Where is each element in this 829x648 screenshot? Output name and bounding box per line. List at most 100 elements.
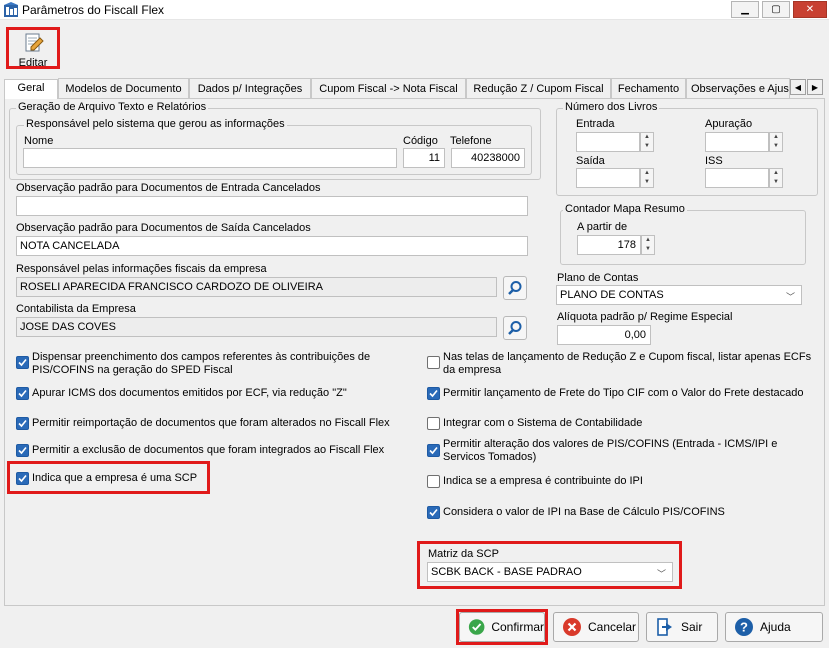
check-icon (18, 389, 27, 398)
responsavel-sistema-title: Responsável pelo sistema que gerou as in… (24, 118, 287, 130)
tab-observacoes-ajustes[interactable]: Observações e Ajus (686, 78, 790, 98)
dispensar-pis-cofins-label: Dispensar preenchimento dos campos refer… (32, 351, 371, 376)
edit-document-icon (25, 33, 44, 52)
entrada-input[interactable] (576, 132, 640, 152)
geracao-group-title: Geração de Arquivo Texto e Relatórios (16, 101, 209, 113)
integrar-contabilidade-label: Integrar com o Sistema de Contabilidade (443, 417, 643, 429)
resp-fiscal-label: Responsável pelas informações fiscais da… (16, 263, 267, 275)
matriz-scp-value: SCBK BACK - BASE PADRAO (431, 566, 582, 578)
matriz-scp-select[interactable]: SCBK BACK - BASE PADRAO ﹀ (427, 562, 673, 582)
chevron-left-icon: ◀ (794, 82, 802, 92)
editar-button[interactable]: Editar (6, 27, 60, 69)
plano-value: PLANO DE CONTAS (560, 289, 664, 301)
resp-fiscal-input[interactable]: ROSELI APARECIDA FRANCISCO CARDOZO DE OL… (16, 277, 497, 297)
check-icon (18, 358, 27, 367)
toolbar (0, 20, 829, 76)
check-icon (18, 419, 27, 428)
ipi-base-pis-cofins-checkbox[interactable] (427, 506, 440, 519)
contribuinte-ipi-checkbox[interactable] (427, 475, 440, 488)
aliquota-input[interactable]: 0,00 (557, 325, 651, 345)
nome-label: Nome (24, 135, 54, 147)
chevron-right-icon: ▶ (811, 82, 819, 92)
apartir-spinner[interactable]: ▲ ▼ (641, 235, 655, 255)
window-title: Parâmetros do Fiscall Flex (22, 3, 165, 17)
editar-label: Editar (18, 57, 48, 69)
confirmar-button[interactable]: Confirmar (459, 612, 545, 642)
chevron-down-icon: ﹀ (656, 569, 666, 579)
permitir-exclusao-checkbox[interactable] (16, 444, 29, 457)
matriz-scp-label: Matriz da SCP (428, 548, 499, 560)
apartir-input[interactable]: 178 (577, 235, 641, 255)
alterar-pis-cofins-checkbox[interactable] (427, 444, 440, 457)
tab-modelos-documento[interactable]: Modelos de Documento (58, 78, 189, 98)
ajuda-label: Ajuda (760, 620, 791, 634)
plano-label: Plano de Contas (557, 272, 639, 284)
maximize-button[interactable]: ▢ (762, 1, 790, 18)
contabilista-input[interactable]: JOSE DAS COVES (16, 317, 497, 337)
nome-input[interactable] (23, 148, 397, 168)
obs-entrada-input[interactable] (16, 196, 528, 216)
obs-entrada-label: Observação padrão para Documentos de Ent… (16, 182, 321, 194)
contribuinte-ipi-label: Indica se a empresa é contribuinte do IP… (443, 475, 643, 487)
obs-saida-label: Observação padrão para Documentos de Saí… (16, 222, 311, 234)
confirmar-label: Confirmar (491, 620, 544, 634)
help-icon: ? (735, 618, 753, 636)
contabilista-label: Contabilista da Empresa (16, 303, 136, 315)
svg-text:?: ? (740, 620, 748, 635)
tab-dados-integracoes[interactable]: Dados p/ Integrações (189, 78, 311, 98)
saida-input[interactable] (576, 168, 640, 188)
check-icon (18, 474, 27, 483)
empresa-scp-checkbox[interactable] (16, 472, 29, 485)
minimize-button[interactable]: ▁ (731, 1, 759, 18)
aliquota-label: Alíquota padrão p/ Regime Especial (557, 311, 733, 323)
check-icon (429, 508, 438, 517)
tab-scroll-right-button[interactable]: ▶ (807, 79, 823, 95)
iss-spinner[interactable]: ▲ ▼ (769, 168, 783, 188)
resp-fiscal-search-button[interactable] (503, 276, 527, 300)
apurar-icms-label: Apurar ICMS dos documentos emitidos por … (32, 387, 347, 399)
apuracao-spinner[interactable]: ▲ ▼ (769, 132, 783, 152)
check-icon (429, 389, 438, 398)
telefone-input[interactable]: 40238000 (451, 148, 525, 168)
tab-reducao-z-cupom-fiscal[interactable]: Redução Z / Cupom Fiscal (466, 78, 611, 98)
check-icon (18, 446, 27, 455)
entrada-spinner[interactable]: ▲ ▼ (640, 132, 654, 152)
codigo-input[interactable]: 11 (403, 148, 445, 168)
permitir-reimportacao-label: Permitir reimportação de documentos que … (32, 417, 390, 429)
iss-input[interactable] (705, 168, 769, 188)
apuracao-input[interactable] (705, 132, 769, 152)
chevron-down-icon: ﹀ (785, 292, 795, 302)
plano-select[interactable]: PLANO DE CONTAS ﹀ (556, 285, 802, 305)
contabilista-search-button[interactable] (503, 316, 527, 340)
livros-group-title: Número dos Livros (563, 101, 660, 113)
dispensar-pis-cofins-checkbox[interactable] (16, 356, 29, 369)
permitir-exclusao-label: Permitir a exclusão de documentos que fo… (32, 444, 385, 456)
tab-cupom-fiscal-nota-fiscal[interactable]: Cupom Fiscal -> Nota Fiscal (311, 78, 466, 98)
empresa-scp-label: Indica que a empresa é uma SCP (32, 472, 198, 484)
saida-spinner[interactable]: ▲ ▼ (640, 168, 654, 188)
frete-cif-label: Permitir lançamento de Frete do Tipo CIF… (443, 387, 804, 399)
apurar-icms-checkbox[interactable] (16, 387, 29, 400)
tab-scroll-left-button[interactable]: ◀ (790, 79, 806, 95)
codigo-label: Código (403, 135, 438, 147)
close-button[interactable]: ✕ (793, 1, 827, 18)
tab-fechamento[interactable]: Fechamento (611, 78, 686, 98)
frete-cif-checkbox[interactable] (427, 387, 440, 400)
check-icon (429, 446, 438, 455)
exit-door-icon (657, 618, 672, 636)
cancelar-button[interactable]: Cancelar (553, 612, 639, 642)
cancelar-label: Cancelar (588, 620, 637, 634)
sair-button[interactable]: Sair (646, 612, 718, 642)
ajuda-button[interactable]: ? Ajuda (725, 612, 823, 642)
check-circle-icon (468, 619, 485, 635)
integrar-contabilidade-checkbox[interactable] (427, 417, 440, 430)
permitir-reimportacao-checkbox[interactable] (16, 417, 29, 430)
cancel-circle-icon (563, 618, 581, 636)
apartir-label: A partir de (577, 221, 628, 233)
iss-label: ISS (705, 155, 723, 167)
apuracao-label: Apuração (705, 118, 753, 130)
saida-label: Saída (576, 155, 605, 167)
listar-ecfs-empresa-checkbox[interactable] (427, 356, 440, 369)
obs-saida-input[interactable]: NOTA CANCELADA (16, 236, 528, 256)
tab-geral[interactable]: Geral (4, 79, 58, 99)
